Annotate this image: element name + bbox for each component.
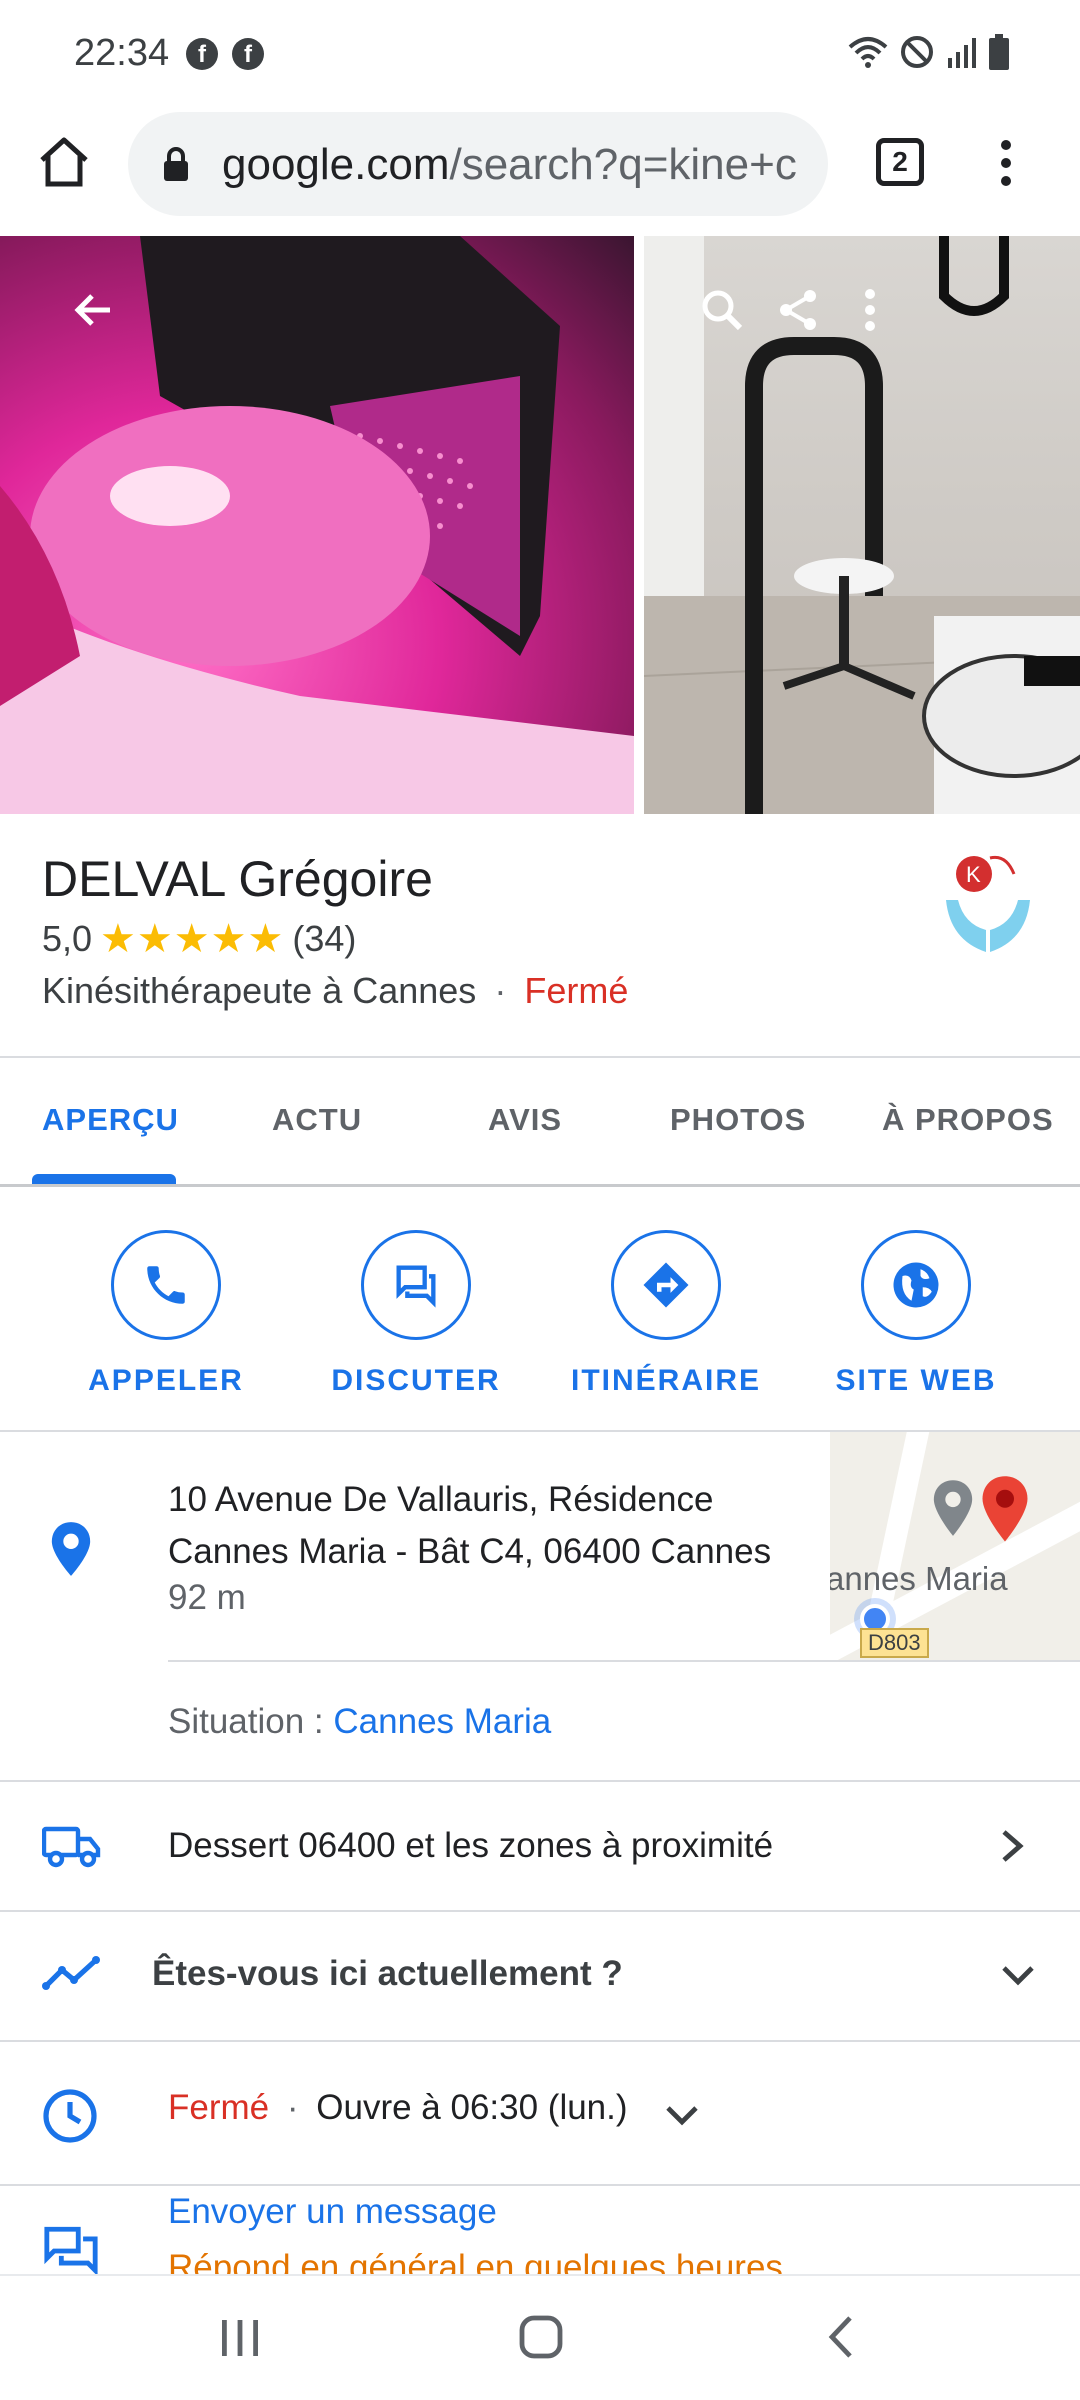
browser-toolbar: google.com/search?q=kine+c 2 — [0, 104, 1080, 236]
directions-button[interactable]: ITINÉRAIRE — [556, 1230, 776, 1398]
situation-label: Situation : — [168, 1702, 334, 1741]
business-logo: K — [946, 855, 1030, 952]
map-marker-grey-icon — [933, 1480, 973, 1536]
tab-avis[interactable]: AVIS — [488, 1102, 562, 1138]
separator-dot: · — [494, 970, 507, 1011]
search-icon[interactable] — [690, 278, 754, 342]
url-path: /search?q=kine+c — [449, 140, 797, 189]
map-thumbnail[interactable]: annes Maria D803 — [830, 1432, 1080, 1662]
url-text: google.com/search?q=kine+c — [222, 140, 797, 190]
business-category: Kinésithérapeute à Cannes — [42, 970, 477, 1011]
chat-icon — [361, 1230, 471, 1340]
action-buttons: APPELER DISCUTER ITINÉRAIRE SITE WEB — [0, 1186, 1080, 1430]
category-row: Kinésithérapeute à Cannes · Fermé — [42, 970, 628, 1012]
tab-switcher-button[interactable]: 2 — [876, 138, 924, 186]
lock-icon — [164, 147, 188, 181]
tab-apercu[interactable]: APERÇU — [42, 1102, 179, 1138]
call-button-label: APPELER — [88, 1364, 244, 1397]
url-domain: google.com — [222, 140, 450, 189]
status-time: 22:34 — [74, 32, 170, 74]
home-icon[interactable] — [36, 134, 92, 190]
do-not-disturb-icon — [901, 36, 933, 68]
send-message-link[interactable]: Envoyer un message — [168, 2192, 497, 2232]
hours-text: Fermé · Ouvre à 06:30 (lun.) — [168, 2088, 628, 2128]
hours-row[interactable]: Fermé · Ouvre à 06:30 (lun.) — [0, 2042, 1080, 2184]
address-line-1: 10 Avenue De Vallauris, Résidence — [168, 1480, 714, 1519]
message-icon — [44, 2226, 98, 2274]
photo-treatment-room[interactable] — [644, 236, 1080, 814]
battery-icon — [989, 34, 1009, 70]
more-menu-icon[interactable] — [994, 134, 1018, 194]
situation-link[interactable]: Cannes Maria — [333, 1702, 551, 1741]
chat-button-label: DISCUTER — [331, 1364, 501, 1397]
status-bar: 22:34 f f — [0, 0, 1080, 104]
tab-a-propos[interactable]: À PROPOS — [882, 1102, 1054, 1138]
star-rating-icon: ★★★★★ — [100, 917, 285, 961]
photo-light-therapy[interactable] — [0, 236, 634, 814]
home-nav-icon[interactable] — [518, 2314, 564, 2360]
directions-button-label: ITINÉRAIRE — [570, 1364, 761, 1397]
message-row[interactable]: Envoyer un message Répond en général en … — [0, 2186, 1080, 2274]
chat-button[interactable]: DISCUTER — [306, 1230, 526, 1398]
facebook-icon: f — [232, 38, 264, 70]
separator-dot: · — [286, 2088, 299, 2127]
business-name: DELVAL Grégoire — [42, 851, 433, 907]
phone-icon — [111, 1230, 221, 1340]
android-nav-bar — [0, 2274, 1080, 2400]
address-text: 10 Avenue De Vallauris, Résidence Cannes… — [168, 1474, 818, 1578]
service-area-text: Dessert 06400 et les zones à proximité — [168, 1826, 774, 1865]
distance: 92 m — [168, 1578, 246, 1617]
hours-status: Fermé — [168, 2088, 270, 2127]
chevron-down-icon — [1002, 1966, 1034, 1986]
svg-text:K: K — [966, 862, 981, 887]
popular-times-row[interactable]: Êtes-vous ici actuellement ? — [0, 1912, 1080, 2040]
chevron-down-icon[interactable] — [664, 2104, 700, 2128]
chevron-right-icon — [1002, 1830, 1024, 1862]
back-arrow-icon[interactable] — [62, 278, 126, 342]
open-status: Fermé — [524, 970, 629, 1011]
rating-value: 5,0 — [42, 918, 93, 959]
address-line-2: Cannes Maria - Bât C4, 06400 Cannes — [168, 1532, 772, 1571]
facebook-icon: f — [186, 38, 218, 70]
recent-apps-icon[interactable] — [220, 2316, 260, 2360]
call-button[interactable]: APPELER — [56, 1230, 276, 1398]
situation-row: Situation : Cannes Maria — [168, 1702, 551, 1742]
tab-bar: APERÇU ACTU AVIS PHOTOS À PROPOS — [0, 1058, 1080, 1186]
share-icon[interactable] — [766, 278, 830, 342]
website-button[interactable]: SITE WEB — [806, 1230, 1026, 1398]
response-time-text: Répond en général en quelques heures — [168, 2248, 783, 2274]
review-count: (34) — [292, 918, 357, 959]
clock-icon — [43, 2089, 97, 2143]
tab-photos[interactable]: PHOTOS — [670, 1102, 806, 1138]
address-section[interactable]: 10 Avenue De Vallauris, Résidence Cannes… — [0, 1432, 1080, 1784]
url-bar[interactable]: google.com/search?q=kine+c — [128, 112, 828, 216]
trending-line-icon — [42, 1956, 100, 1990]
location-pin-icon — [51, 1522, 91, 1576]
rating-row[interactable]: 5,0 ★★★★★ (34) — [42, 916, 356, 962]
map-place-label: annes Maria — [830, 1560, 1008, 1597]
map-route-label: D803 — [860, 1628, 929, 1658]
photo-carousel[interactable] — [0, 236, 1080, 814]
business-header: DELVAL Grégoire 5,0 ★★★★★ (34) Kinésithé… — [0, 814, 1080, 1058]
status-icons — [848, 34, 1010, 70]
website-button-label: SITE WEB — [835, 1364, 997, 1397]
back-nav-icon[interactable] — [826, 2314, 856, 2360]
delivery-truck-icon — [42, 1826, 101, 1868]
directions-icon — [611, 1230, 721, 1340]
divider — [168, 1660, 1080, 1662]
wifi-icon — [848, 37, 888, 68]
are-you-here-question: Êtes-vous ici actuellement ? — [152, 1954, 623, 1993]
hours-next-open: Ouvre à 06:30 (lun.) — [316, 2088, 628, 2127]
map-marker-red-icon — [982, 1476, 1028, 1542]
signal-icon — [948, 38, 976, 68]
more-vert-icon[interactable] — [838, 278, 902, 342]
globe-icon — [861, 1230, 971, 1340]
service-area-row[interactable]: Dessert 06400 et les zones à proximité — [0, 1782, 1080, 1910]
tab-actu[interactable]: ACTU — [272, 1102, 362, 1138]
